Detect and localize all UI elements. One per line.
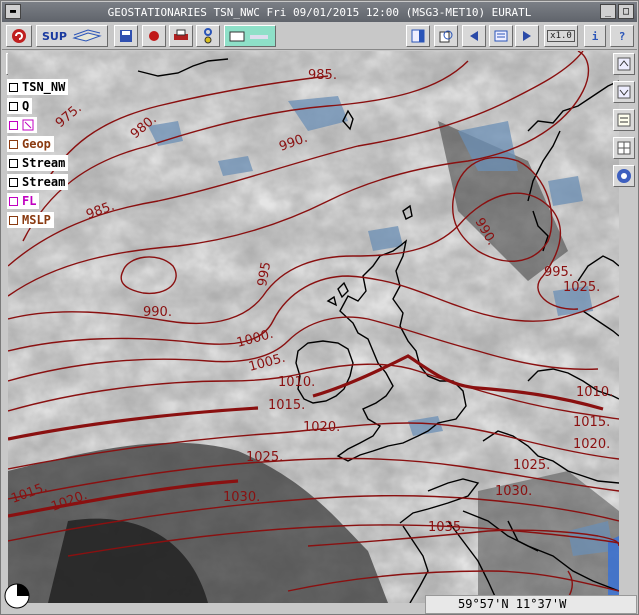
palette-icon: [617, 169, 631, 183]
info-icon: i: [591, 29, 599, 43]
maximize-button[interactable]: □: [618, 4, 634, 19]
arrow-left-icon: [470, 31, 478, 41]
list-icon: [494, 30, 508, 42]
layer-down-button[interactable]: [613, 81, 635, 103]
legend-checkbox[interactable]: [9, 196, 18, 206]
sup-button[interactable]: SUP: [36, 25, 108, 47]
help-icon: ?: [618, 29, 626, 43]
legend-checkbox[interactable]: [9, 101, 18, 111]
legend-label: MSLP: [22, 213, 51, 227]
legend-label: Geop: [22, 137, 51, 151]
map-canvas[interactable]: 975. 980. 985. 985. 990. 990. 995 1000. …: [8, 51, 619, 603]
tools-button[interactable]: [196, 25, 220, 47]
grid-button[interactable]: [613, 137, 635, 159]
legend-label: FL: [22, 194, 37, 208]
layer-stack-icon: [72, 29, 102, 42]
prev-frame-button[interactable]: [462, 25, 486, 47]
legend-item-tsn[interactable]: TSN_NW: [7, 79, 69, 95]
legend-label: Q: [22, 99, 30, 113]
legend-checkbox[interactable]: [9, 177, 18, 187]
layer-down-icon: [617, 85, 631, 99]
palette-right-button[interactable]: [613, 165, 635, 187]
floppy-icon: [120, 30, 132, 42]
info-button[interactable]: i: [584, 25, 606, 47]
compass-icon: [4, 583, 30, 609]
grid-icon: [617, 141, 631, 155]
overlay-button[interactable]: [434, 25, 458, 47]
isobar-label: 1010.: [278, 375, 315, 390]
frame-list-button[interactable]: [489, 25, 513, 47]
printer-icon: [174, 29, 188, 40]
flag-icon: [22, 119, 34, 131]
layer-up-icon: [617, 57, 631, 71]
isobar-label: 1020.: [303, 420, 340, 435]
record-button[interactable]: [142, 25, 166, 47]
legend-item-geop[interactable]: Geop: [7, 136, 54, 152]
isobar-label: 1015.: [573, 415, 610, 430]
save-button[interactable]: [114, 25, 138, 47]
back-button[interactable]: [6, 25, 32, 47]
legend-item-flag[interactable]: [7, 117, 37, 133]
legend-item-fl[interactable]: FL: [7, 193, 40, 209]
satellite-map[interactable]: 975. 980. 985. 985. 990. 990. 995 1000. …: [8, 51, 619, 603]
toolbar: SUP x1.0 i ?: [2, 23, 637, 50]
legend-checkbox[interactable]: [9, 139, 18, 149]
window-title: GEOSTATIONARIES TSN_NWC Fri 09/01/2015 1…: [107, 6, 532, 19]
isobar-label: 1025.: [246, 450, 283, 465]
legend-item-stream[interactable]: Stream: [7, 155, 69, 171]
isobar-label: 1035.: [428, 520, 465, 535]
record-icon: [149, 31, 159, 41]
copy-icon: [439, 30, 453, 43]
legend-item-mslp[interactable]: MSLP: [7, 212, 54, 228]
back-icon: [12, 29, 26, 43]
minimize-button[interactable]: _: [600, 4, 616, 19]
film-icon: [229, 31, 268, 42]
legend-checkbox[interactable]: [9, 215, 18, 225]
isobar-label: 1025.: [513, 458, 550, 473]
layer-up-button[interactable]: [613, 53, 635, 75]
legend-label: Stream: [22, 156, 66, 170]
isobar-label: 1030.: [495, 484, 532, 499]
legend-checkbox[interactable]: [9, 158, 18, 168]
layer-list-icon: [617, 113, 631, 127]
app-window: ▬ GEOSTATIONARIES TSN_NWC Fri 09/01/2015…: [0, 0, 639, 615]
legend-item-q[interactable]: Q: [7, 98, 33, 114]
panel-button[interactable]: [406, 25, 430, 47]
isobar-label: 1030.: [223, 490, 260, 505]
help-button[interactable]: ?: [610, 25, 634, 47]
legend-item-stream[interactable]: Stream: [7, 174, 69, 190]
isobar-label: 995.: [544, 265, 573, 280]
isobar-label: 1015.: [268, 398, 305, 413]
legend-checkbox[interactable]: [9, 120, 18, 130]
zoom-label: x1.0: [547, 30, 575, 42]
isobar-label: 990.: [143, 305, 172, 320]
isobar-label: 985.: [308, 68, 337, 83]
sup-label: SUP: [42, 29, 67, 43]
legend-label: Stream: [22, 175, 66, 189]
next-frame-button[interactable]: [515, 25, 539, 47]
isobar-label: 1020.: [573, 437, 610, 452]
print-button[interactable]: [169, 25, 193, 47]
isobar-label: 1025.: [563, 280, 600, 295]
tools-icon: [204, 28, 212, 44]
title-bar[interactable]: ▬ GEOSTATIONARIES TSN_NWC Fri 09/01/2015…: [2, 2, 637, 22]
animation-toggle[interactable]: [224, 25, 276, 47]
legend-label: TSN_NW: [22, 80, 66, 94]
arrow-right-icon: [523, 31, 531, 41]
panel-icon: [411, 29, 425, 43]
cursor-coordinates: 59°57'N 11°37'W: [425, 595, 637, 614]
layer-list-button[interactable]: [613, 109, 635, 131]
zoom-level-button[interactable]: x1.0: [544, 25, 578, 47]
legend-checkbox[interactable]: [9, 82, 18, 92]
isobar-label: 1010.: [576, 385, 613, 400]
